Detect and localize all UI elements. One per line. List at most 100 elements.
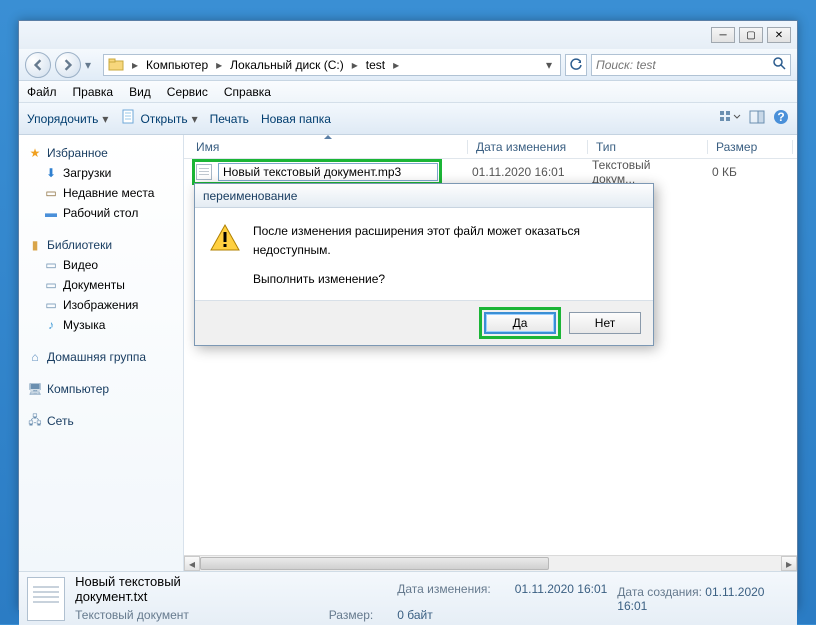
detail-file-icon	[27, 577, 65, 621]
menu-edit[interactable]: Правка	[73, 85, 114, 99]
maximize-button[interactable]: ▢	[739, 27, 763, 43]
breadcrumb-folder[interactable]: test	[366, 58, 385, 72]
refresh-button[interactable]	[565, 54, 587, 76]
library-icon: ▮	[27, 237, 43, 253]
detail-size-label: Размер:	[253, 608, 373, 622]
sidebar-network[interactable]: 🖧Сеть	[23, 411, 179, 431]
open-button[interactable]: Открыть▾	[120, 109, 197, 128]
rename-dialog: переименование После изменения расширени…	[194, 183, 654, 346]
yes-highlight: Да	[479, 307, 561, 339]
scroll-left-button[interactable]: ◂	[184, 556, 200, 571]
warning-icon	[209, 222, 241, 254]
file-row[interactable]: 01.11.2020 16:01 Текстовый докум... 0 КБ	[184, 159, 797, 185]
search-input[interactable]	[596, 58, 772, 72]
column-date[interactable]: Дата изменения	[468, 140, 588, 154]
scroll-track[interactable]	[200, 556, 781, 571]
file-size: 0 КБ	[704, 165, 797, 179]
sidebar-item-recent[interactable]: ▭Недавние места	[23, 183, 179, 203]
search-box[interactable]	[591, 54, 791, 76]
homegroup-icon: ⌂	[27, 349, 43, 365]
sidebar-homegroup[interactable]: ⌂Домашняя группа	[23, 347, 179, 367]
address-bar[interactable]: ▸ Компьютер ▸ Локальный диск (C:) ▸ test…	[103, 54, 561, 76]
file-type: Текстовый докум...	[584, 158, 704, 186]
file-list: Имя Дата изменения Тип Размер 01.11.2020…	[184, 135, 797, 571]
document-icon: ▭	[43, 277, 59, 293]
text-file-icon	[196, 164, 212, 180]
sidebar-item-documents[interactable]: ▭Документы	[23, 275, 179, 295]
music-icon: ♪	[43, 317, 59, 333]
breadcrumb-arrow[interactable]: ▸	[212, 58, 226, 72]
dialog-title: переименование	[195, 184, 653, 208]
view-options-button[interactable]	[719, 109, 741, 128]
picture-icon: ▭	[43, 297, 59, 313]
menu-help[interactable]: Справка	[224, 85, 271, 99]
dialog-message-2: Выполнить изменение?	[253, 270, 639, 289]
breadcrumb-root-arrow[interactable]: ▸	[128, 58, 142, 72]
minimize-button[interactable]: ─	[711, 27, 735, 43]
detail-date-mod-label: Дата изменения:	[397, 582, 491, 596]
sidebar-item-video[interactable]: ▭Видео	[23, 255, 179, 275]
breadcrumb-disk[interactable]: Локальный диск (C:)	[230, 58, 344, 72]
organize-button[interactable]: Упорядочить▾	[27, 112, 108, 126]
close-button[interactable]: ✕	[767, 27, 791, 43]
column-headers: Имя Дата изменения Тип Размер	[184, 135, 797, 159]
preview-pane-button[interactable]	[749, 109, 765, 128]
scroll-thumb[interactable]	[200, 557, 549, 570]
sidebar-item-music[interactable]: ♪Музыка	[23, 315, 179, 335]
detail-filetype: Текстовый документ	[75, 608, 229, 622]
detail-date-mod: 01.11.2020 16:01	[515, 582, 608, 596]
computer-icon: 🖥	[27, 381, 43, 397]
sidebar-computer[interactable]: 🖥Компьютер	[23, 379, 179, 399]
dialog-footer: Да Нет	[195, 301, 653, 345]
folder-icon	[108, 57, 124, 73]
search-icon[interactable]	[772, 56, 786, 73]
no-button[interactable]: Нет	[569, 312, 641, 334]
star-icon: ★	[27, 145, 43, 161]
sidebar-item-downloads[interactable]: ⬇Загрузки	[23, 163, 179, 183]
file-date: 01.11.2020 16:01	[464, 165, 584, 179]
body: ★Избранное ⬇Загрузки ▭Недавние места ▬Ра…	[19, 135, 797, 571]
desktop-icon: ▬	[43, 205, 59, 221]
detail-date-created-label2: Дата создания:	[617, 585, 702, 599]
video-icon: ▭	[43, 257, 59, 273]
download-icon: ⬇	[43, 165, 59, 181]
rename-highlight	[192, 159, 442, 185]
detail-size: 0 байт	[397, 608, 491, 622]
column-name[interactable]: Имя	[188, 140, 468, 154]
sort-indicator-icon	[324, 135, 332, 139]
breadcrumb-arrow[interactable]: ▸	[389, 58, 403, 72]
sidebar: ★Избранное ⬇Загрузки ▭Недавние места ▬Ра…	[19, 135, 184, 571]
dialog-message-1: После изменения расширения этот файл мож…	[253, 222, 639, 260]
sidebar-item-pictures[interactable]: ▭Изображения	[23, 295, 179, 315]
detail-filename: Новый текстовый документ.txt	[75, 574, 229, 604]
sidebar-item-desktop[interactable]: ▬Рабочий стол	[23, 203, 179, 223]
explorer-window: ─ ▢ ✕ ▾ ▸ Компьютер ▸ Локальный диск (C:…	[18, 20, 798, 610]
breadcrumb-arrow[interactable]: ▸	[348, 58, 362, 72]
horizontal-scrollbar[interactable]: ◂ ▸	[184, 555, 797, 571]
details-pane: Новый текстовый документ.txt Дата измене…	[19, 571, 797, 625]
help-button[interactable]: ?	[773, 109, 789, 128]
breadcrumb-computer[interactable]: Компьютер	[146, 58, 208, 72]
yes-button[interactable]: Да	[484, 312, 556, 334]
address-dropdown[interactable]: ▾	[542, 58, 556, 72]
toolbar: Упорядочить▾ Открыть▾ Печать Новая папка…	[19, 103, 797, 135]
sidebar-favorites[interactable]: ★Избранное	[23, 143, 179, 163]
network-icon: 🖧	[27, 413, 43, 429]
new-folder-button[interactable]: Новая папка	[261, 112, 331, 126]
svg-text:?: ?	[777, 110, 784, 124]
back-button[interactable]	[25, 52, 51, 78]
print-button[interactable]: Печать	[210, 112, 249, 126]
column-size[interactable]: Размер	[708, 140, 793, 154]
menu-tools[interactable]: Сервис	[167, 85, 208, 99]
forward-button[interactable]	[55, 52, 81, 78]
navbar: ▾ ▸ Компьютер ▸ Локальный диск (C:) ▸ te…	[19, 49, 797, 81]
scroll-right-button[interactable]: ▸	[781, 556, 797, 571]
history-dropdown[interactable]: ▾	[85, 58, 99, 72]
sidebar-libraries[interactable]: ▮Библиотеки	[23, 235, 179, 255]
menu-file[interactable]: Файл	[27, 85, 57, 99]
column-type[interactable]: Тип	[588, 140, 708, 154]
menu-view[interactable]: Вид	[129, 85, 151, 99]
recent-icon: ▭	[43, 185, 59, 201]
menubar: Файл Правка Вид Сервис Справка	[19, 81, 797, 103]
rename-input[interactable]	[218, 163, 438, 181]
